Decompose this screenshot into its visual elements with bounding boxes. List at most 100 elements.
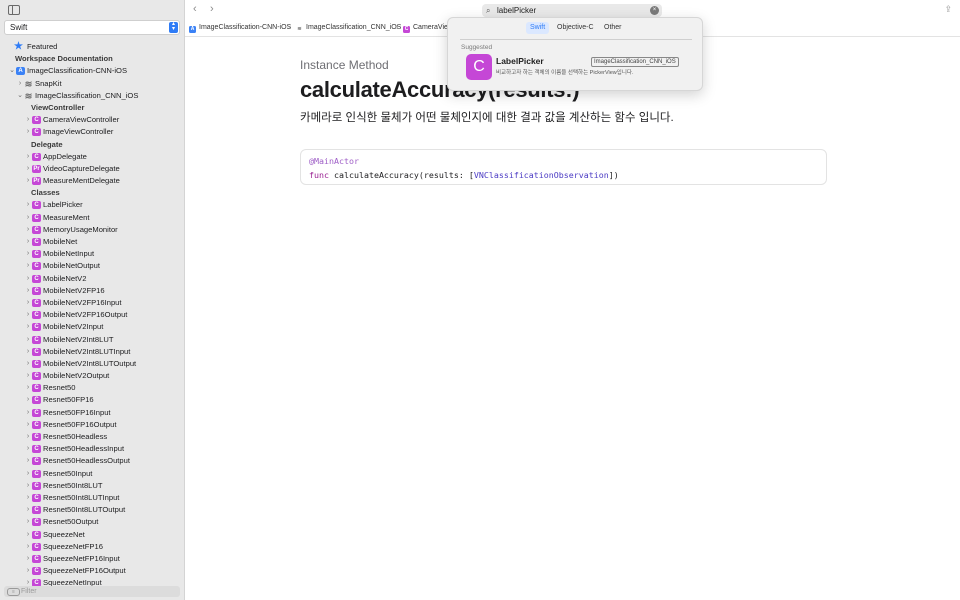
sidebar-item[interactable]: › C LabelPicker (0, 199, 184, 211)
sidebar-item[interactable]: › C MeasureMent (0, 212, 184, 224)
sidebar-item-label: MobileNetV2Int8LUTOutput (43, 358, 137, 368)
chevron-right-icon[interactable]: › (24, 126, 32, 138)
sidebar-item[interactable]: › C Resnet50HeadlessInput (0, 443, 184, 455)
chevron-right-icon[interactable]: › (24, 358, 32, 370)
chevron-right-icon[interactable]: › (24, 199, 32, 211)
chevron-right-icon[interactable]: › (24, 309, 32, 321)
chevron-down-icon[interactable]: ⌄ (16, 90, 24, 102)
sidebar-item-label: Resnet50FP16Output (43, 419, 117, 429)
sidebar-item[interactable]: ⌄ ≋ ImageClassification_CNN_iOS (0, 90, 184, 102)
sidebar-item[interactable]: › C Resnet50Headless (0, 431, 184, 443)
chevron-right-icon[interactable]: › (24, 516, 32, 528)
share-icon[interactable]: ⇪ (944, 4, 952, 15)
chevron-right-icon[interactable]: › (24, 236, 32, 248)
search-field[interactable]: ⌕ labelPicker × (482, 4, 662, 17)
sidebar-item[interactable]: › C Resnet50Int8LUT (0, 480, 184, 492)
chevron-right-icon[interactable]: › (24, 248, 32, 260)
chevron-right-icon[interactable]: › (24, 431, 32, 443)
chevron-right-icon[interactable]: › (24, 114, 32, 126)
sidebar-item[interactable]: › C Resnet50FP16Output (0, 419, 184, 431)
chevron-right-icon[interactable]: › (24, 321, 32, 333)
sidebar-item[interactable]: › C MobileNet (0, 236, 184, 248)
sidebar-item[interactable]: › C SqueezeNetFP16Output (0, 565, 184, 577)
sidebar-item[interactable]: › C MobileNetV2Output (0, 370, 184, 382)
sidebar-item[interactable]: › C Resnet50Int8LUTInput (0, 492, 184, 504)
chevron-right-icon[interactable]: › (24, 529, 32, 541)
sidebar-item[interactable]: › ≋ SnapKit (0, 78, 184, 90)
sidebar-item[interactable]: › C MobileNetV2FP16Output (0, 309, 184, 321)
chevron-right-icon[interactable]: › (24, 468, 32, 480)
chevron-right-icon[interactable]: › (24, 394, 32, 406)
tab-objective-c[interactable]: Objective-C (553, 22, 598, 34)
chevron-right-icon[interactable]: › (24, 212, 32, 224)
chevron-right-icon[interactable]: › (24, 443, 32, 455)
sidebar-item[interactable]: › C Resnet50HeadlessOutput (0, 455, 184, 467)
chevron-right-icon[interactable]: › (24, 407, 32, 419)
sidebar-item[interactable]: › C MobileNetV2 (0, 273, 184, 285)
chevron-right-icon[interactable]: › (24, 370, 32, 382)
chevron-right-icon[interactable]: › (24, 334, 32, 346)
code-type-link[interactable]: VNClassificationObservation (474, 170, 609, 180)
chevron-right-icon[interactable]: › (24, 273, 32, 285)
sidebar-item[interactable]: › C MobileNetOutput (0, 260, 184, 272)
sidebar-item[interactable]: › Pr VideoCaptureDelegate (0, 163, 184, 175)
search-input[interactable]: labelPicker (497, 4, 536, 17)
sidebar-item[interactable]: › C Resnet50 (0, 382, 184, 394)
chevron-right-icon[interactable]: › (24, 297, 32, 309)
sidebar-item[interactable]: › C Resnet50FP16 (0, 394, 184, 406)
sidebar-item[interactable]: › C MobileNetV2FP16 (0, 285, 184, 297)
chevron-right-icon[interactable]: › (24, 260, 32, 272)
breadcrumb-item[interactable]: A ImageClassification-CNN-iOS (189, 20, 291, 36)
chevron-right-icon[interactable]: › (24, 175, 32, 187)
chevron-down-icon[interactable]: ⌄ (8, 65, 16, 77)
sidebar-item[interactable]: › C MobileNetV2Input (0, 321, 184, 333)
sidebar-item[interactable]: › C MemoryUsageMonitor (0, 224, 184, 236)
sidebar-item[interactable]: › C Resnet50Int8LUTOutput (0, 504, 184, 516)
chevron-right-icon[interactable]: › (24, 224, 32, 236)
sidebar-heading-label: Workspace Documentation (15, 54, 113, 64)
sidebar-item[interactable]: › C SqueezeNetFP16Input (0, 553, 184, 565)
sidebar-item[interactable]: › C MobileNetV2FP16Input (0, 297, 184, 309)
sidebar-item[interactable]: › C MobileNetV2Int8LUT (0, 334, 184, 346)
chevron-right-icon[interactable]: › (24, 565, 32, 577)
chevron-right-icon[interactable]: › (24, 382, 32, 394)
breadcrumb-item[interactable]: C CameraView (403, 20, 453, 36)
sidebar-item[interactable]: › C ImageViewController (0, 126, 184, 138)
sidebar-item-label: SqueezeNetFP16Input (43, 553, 120, 563)
chevron-right-icon[interactable]: › (24, 553, 32, 565)
chevron-right-icon[interactable]: › (24, 346, 32, 358)
chevron-right-icon[interactable]: › (24, 480, 32, 492)
breadcrumb-item[interactable]: ≋ ImageClassification_CNN_iOS (296, 20, 401, 36)
forward-button-icon[interactable]: › (210, 3, 214, 15)
sidebar-toggle-icon[interactable] (8, 5, 20, 15)
sidebar-item[interactable]: › C AppDelegate (0, 151, 184, 163)
chevron-right-icon[interactable]: › (24, 163, 32, 175)
chevron-right-icon[interactable]: › (24, 419, 32, 431)
sidebar-item[interactable]: › C Resnet50Input (0, 468, 184, 480)
sidebar-item[interactable]: › C Resnet50Output (0, 516, 184, 528)
chevron-right-icon[interactable]: › (24, 492, 32, 504)
sidebar-item[interactable]: ★ Featured (0, 41, 184, 53)
back-button-icon[interactable]: ‹ (193, 3, 197, 15)
sidebar-item[interactable]: ⌄ A ImageClassification-CNN-iOS (0, 65, 184, 77)
tab-other[interactable]: Other (600, 22, 626, 34)
sidebar-item[interactable]: › C SqueezeNet (0, 529, 184, 541)
sidebar-item[interactable]: › C MobileNetV2Int8LUTInput (0, 346, 184, 358)
filter-field[interactable]: ≡ Filter (4, 586, 180, 597)
sidebar-item[interactable]: › C MobileNetV2Int8LUTOutput (0, 358, 184, 370)
sidebar-item[interactable]: › Pr MeasureMentDelegate (0, 175, 184, 187)
clear-search-icon[interactable]: × (650, 6, 659, 15)
sidebar-item[interactable]: › C MobileNetInput (0, 248, 184, 260)
language-select[interactable]: Swift ▴ ▾ (4, 20, 180, 35)
filter-options-icon[interactable]: ≡ (7, 588, 20, 596)
sidebar-item[interactable]: › C CameraViewController (0, 114, 184, 126)
chevron-right-icon[interactable]: › (24, 455, 32, 467)
chevron-right-icon[interactable]: › (24, 504, 32, 516)
chevron-right-icon[interactable]: › (24, 285, 32, 297)
chevron-right-icon[interactable]: › (16, 78, 24, 90)
chevron-right-icon[interactable]: › (24, 541, 32, 553)
tab-swift[interactable]: Swift (526, 22, 550, 34)
sidebar-item[interactable]: › C Resnet50FP16Input (0, 407, 184, 419)
sidebar-item[interactable]: › C SqueezeNetFP16 (0, 541, 184, 553)
chevron-right-icon[interactable]: › (24, 151, 32, 163)
